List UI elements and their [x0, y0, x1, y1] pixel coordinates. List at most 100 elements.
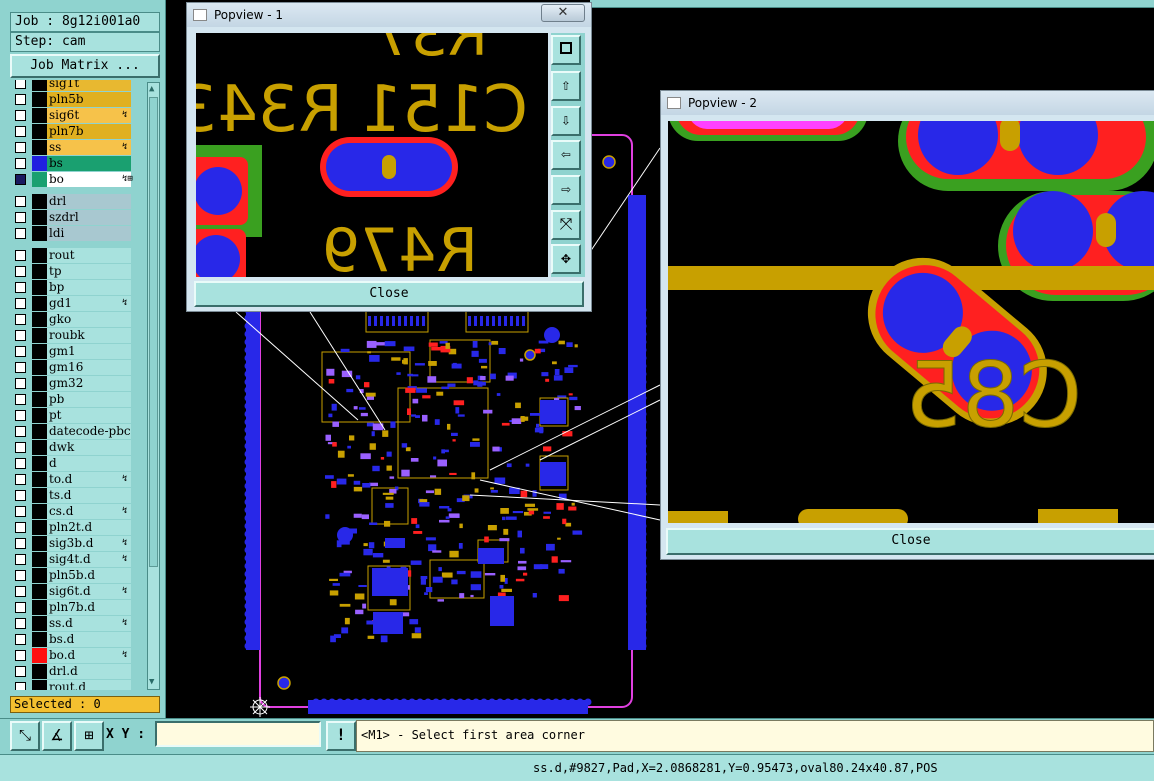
scroll-up-arrow-icon[interactable]: ▲ — [149, 84, 158, 95]
layer-row-sig6t-d[interactable]: sig6t.d ↯ — [10, 584, 146, 599]
layer-row-pln7b-d[interactable]: pln7b.d — [10, 600, 146, 615]
layer-color-swatch[interactable] — [32, 280, 47, 295]
layer-checkbox[interactable] — [15, 570, 26, 581]
layer-checkbox[interactable] — [15, 666, 26, 677]
layer-name[interactable]: datecode-pbc — [47, 424, 131, 439]
layer-color-swatch[interactable] — [32, 504, 47, 519]
pan-right-icon[interactable]: ⇨ — [551, 175, 581, 205]
layer-row-pln2t-d[interactable]: pln2t.d — [10, 520, 146, 535]
layer-name[interactable]: gm1 — [47, 344, 131, 359]
layer-color-swatch[interactable] — [32, 568, 47, 583]
layer-checkbox[interactable] — [15, 458, 26, 469]
layer-color-swatch[interactable] — [32, 472, 47, 487]
layer-name[interactable]: to.d — [47, 472, 131, 487]
popview-1-window[interactable]: Popview - 1 ✕ R37 C151 R343 R479 — [186, 2, 592, 312]
layer-color-swatch[interactable] — [32, 226, 47, 241]
layer-color-swatch[interactable] — [32, 312, 47, 327]
layer-row-d[interactable]: d — [10, 456, 146, 471]
layer-checkbox[interactable] — [15, 298, 26, 309]
layer-checkbox[interactable] — [15, 378, 26, 389]
layer-checkbox[interactable] — [15, 586, 26, 597]
layer-name[interactable]: bs — [47, 156, 131, 171]
layer-color-swatch[interactable] — [32, 108, 47, 123]
layer-checkbox[interactable] — [15, 490, 26, 501]
measure-icon[interactable]: ∡ — [42, 721, 72, 751]
popview-2-close-button[interactable]: Close — [666, 528, 1154, 555]
layer-checkbox[interactable] — [15, 110, 26, 121]
layer-row-gd1[interactable]: gd1 ↯ — [10, 296, 146, 311]
pan-down-icon[interactable]: ⇩ — [551, 106, 581, 136]
layer-color-swatch[interactable] — [32, 194, 47, 209]
layer-color-swatch[interactable] — [32, 376, 47, 391]
layer-name[interactable]: sig6t.d — [47, 584, 131, 599]
layer-row-pln7b[interactable]: pln7b — [10, 124, 146, 139]
layer-checkbox[interactable] — [15, 538, 26, 549]
layer-checkbox[interactable] — [15, 212, 26, 223]
layer-row-dwk[interactable]: dwk — [10, 440, 146, 455]
layer-name[interactable]: d — [47, 456, 131, 471]
layer-color-swatch[interactable] — [32, 140, 47, 155]
layer-checkbox[interactable] — [15, 196, 26, 207]
alert-button-icon[interactable]: ! — [326, 721, 356, 751]
layer-color-swatch[interactable] — [32, 456, 47, 471]
layer-row-sig3b-d[interactable]: sig3b.d ↯ — [10, 536, 146, 551]
layer-row-sig6t[interactable]: sig6t ↯ — [10, 108, 146, 123]
layer-row-gm32[interactable]: gm32 — [10, 376, 146, 391]
layer-color-swatch[interactable] — [32, 296, 47, 311]
layer-row-ss-d[interactable]: ss.d ↯ — [10, 616, 146, 631]
layer-color-swatch[interactable] — [32, 600, 47, 615]
layer-checkbox[interactable] — [15, 426, 26, 437]
layer-color-swatch[interactable] — [32, 536, 47, 551]
layer-row-gko[interactable]: gko — [10, 312, 146, 327]
layer-color-swatch[interactable] — [32, 520, 47, 535]
layer-row-gm1[interactable]: gm1 — [10, 344, 146, 359]
layer-checkbox[interactable] — [15, 228, 26, 239]
layer-checkbox[interactable] — [15, 362, 26, 373]
layer-name[interactable]: pln7b.d — [47, 600, 131, 615]
layer-name[interactable]: tp — [47, 264, 131, 279]
layer-name[interactable]: szdrl — [47, 210, 131, 225]
layer-color-swatch[interactable] — [32, 408, 47, 423]
layer-row-bo-d[interactable]: bo.d ↯ — [10, 648, 146, 663]
layer-color-swatch[interactable] — [32, 92, 47, 107]
pan-left-icon[interactable]: ⇦ — [551, 140, 581, 170]
layer-color-swatch[interactable] — [32, 210, 47, 225]
layer-name[interactable]: pln2t.d — [47, 520, 131, 535]
layer-color-swatch[interactable] — [32, 80, 47, 91]
layer-row-bs-d[interactable]: bs.d — [10, 632, 146, 647]
layer-row-bp[interactable]: bp — [10, 280, 146, 295]
zoom-fit-icon[interactable]: ⤧ — [551, 210, 581, 240]
layer-color-swatch[interactable] — [32, 584, 47, 599]
layer-name[interactable]: gm32 — [47, 376, 131, 391]
xy-input[interactable] — [155, 721, 321, 747]
layer-name[interactable]: dwk — [47, 440, 131, 455]
layer-color-swatch[interactable] — [32, 392, 47, 407]
layer-name[interactable]: drl.d — [47, 664, 131, 679]
layer-name[interactable]: sig3b.d — [47, 536, 131, 551]
layer-checkbox[interactable] — [15, 522, 26, 533]
layer-checkbox[interactable] — [15, 506, 26, 517]
layer-checkbox[interactable] — [15, 554, 26, 565]
layer-color-swatch[interactable] — [32, 360, 47, 375]
layer-name[interactable]: bp — [47, 280, 131, 295]
layer-checkbox[interactable] — [15, 346, 26, 357]
layer-name[interactable]: sig1t — [47, 80, 131, 91]
layer-checkbox[interactable] — [15, 174, 26, 185]
layer-color-swatch[interactable] — [32, 552, 47, 567]
layer-name[interactable]: drl — [47, 194, 131, 209]
layer-row-bs[interactable]: bs — [10, 156, 146, 171]
layer-color-swatch[interactable] — [32, 680, 47, 690]
layer-row-ts-d[interactable]: ts.d — [10, 488, 146, 503]
layer-name[interactable]: pb — [47, 392, 131, 407]
layer-name[interactable]: roubk — [47, 328, 131, 343]
layer-row-cs-d[interactable]: cs.d ↯ — [10, 504, 146, 519]
layer-checkbox[interactable] — [15, 410, 26, 421]
layer-row-rout-d[interactable]: rout.d — [10, 680, 146, 690]
layer-name[interactable]: ss — [47, 140, 131, 155]
zoom-area-icon[interactable]: ⤡ — [10, 721, 40, 751]
layer-color-swatch[interactable] — [32, 664, 47, 679]
layer-checkbox[interactable] — [15, 682, 26, 690]
layer-name[interactable]: rout.d — [47, 680, 131, 690]
popview-1-canvas[interactable]: R37 C151 R343 R479 — [196, 33, 548, 277]
layer-name[interactable]: bo — [47, 172, 131, 187]
